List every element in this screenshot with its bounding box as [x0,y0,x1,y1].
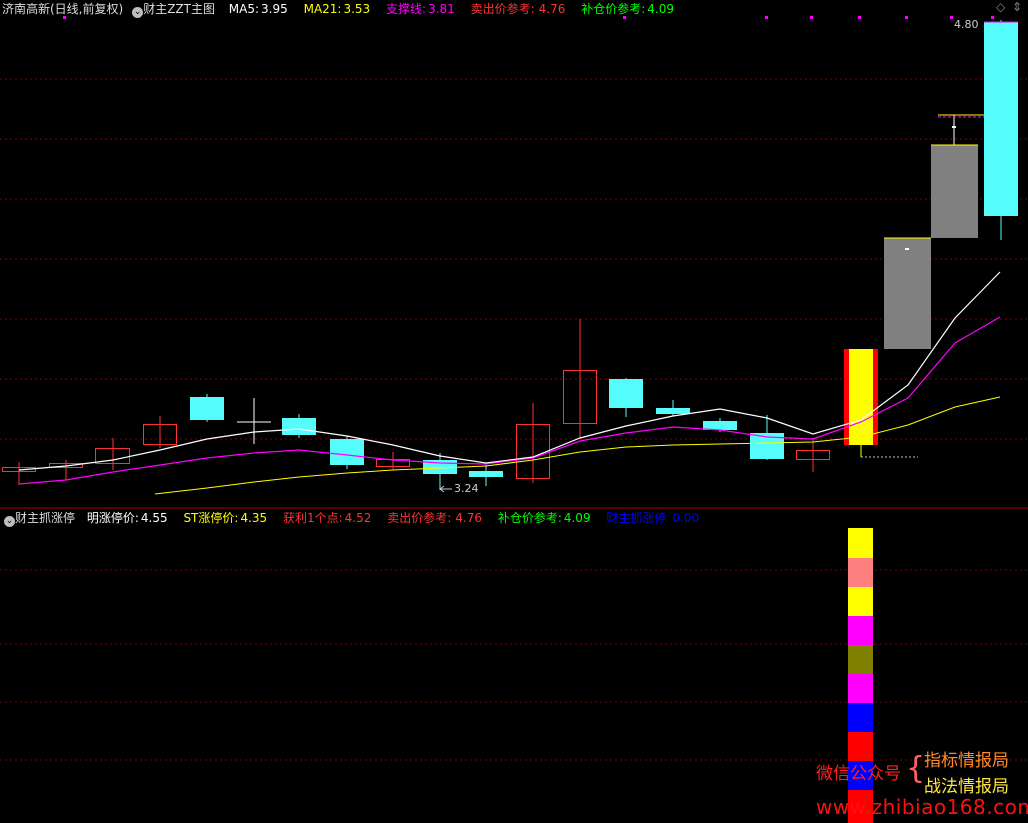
watermark-site: www.zhibiao168.com [816,795,1028,819]
candle [931,145,978,238]
candle [984,22,1018,216]
candle [330,439,364,465]
watermark-line2: 战法情报局 [924,777,1009,797]
watermark-brace: { [906,751,926,786]
watermark-line1: 指标情报局 [924,751,1009,771]
candle [884,238,931,349]
kline-chart[interactable] [0,0,1028,823]
candle [656,408,690,414]
low-price-marker: 3.24 [454,482,479,495]
candle [469,471,503,477]
high-price-marker: 4.80 [954,18,979,31]
candle [609,379,643,408]
candle [282,418,316,435]
watermark-wechat: 微信公众号 [816,764,901,784]
candle [190,397,224,420]
top-dots [63,16,994,19]
